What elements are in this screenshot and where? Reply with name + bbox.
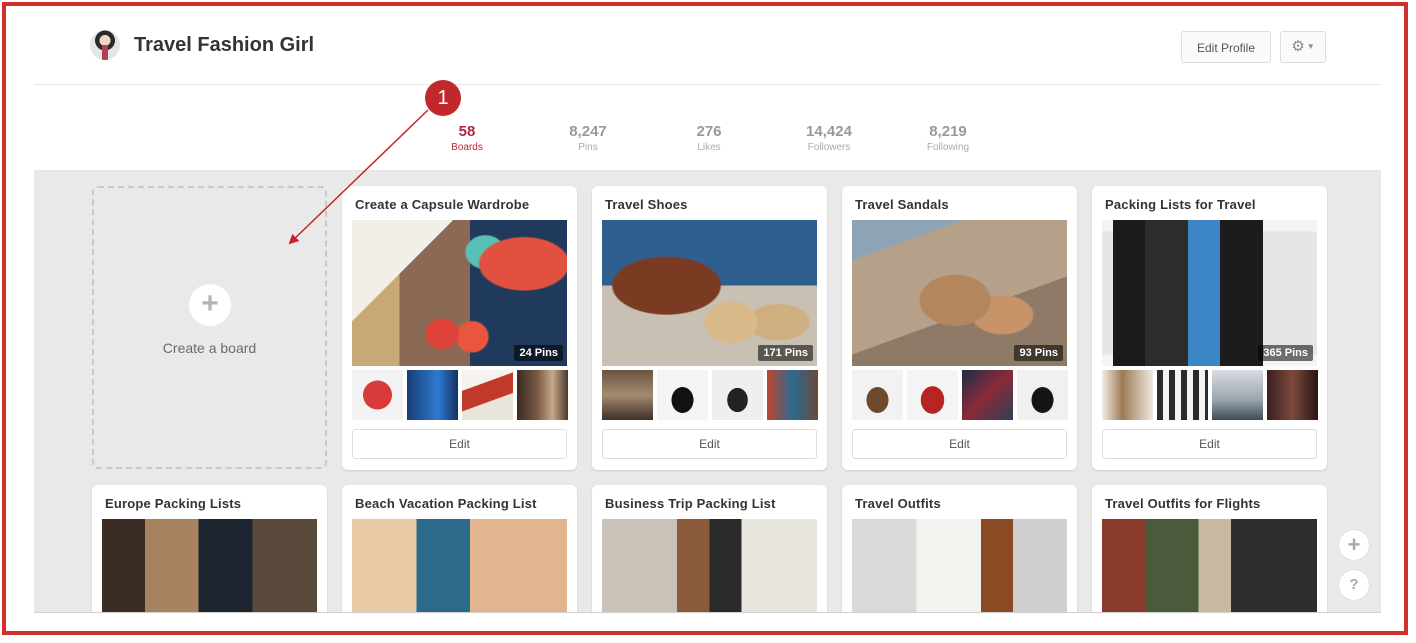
annotation-arrow — [288, 109, 429, 245]
step-callout: 1 — [425, 80, 461, 116]
